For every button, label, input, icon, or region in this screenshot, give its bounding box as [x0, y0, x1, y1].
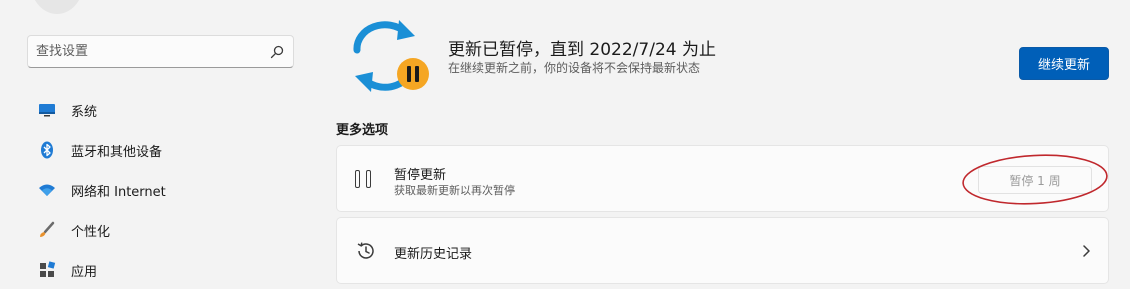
sidebar-item-apps[interactable]: 应用: [30, 252, 300, 288]
user-avatar[interactable]: [30, 0, 84, 14]
update-status-subtitle: 在继续更新之前，你的设备将不会保持最新状态: [448, 61, 701, 75]
sidebar-item-label: 系统: [71, 104, 98, 120]
pause-updates-title: 暂停更新: [394, 168, 447, 183]
history-icon: [357, 242, 374, 259]
update-history-card[interactable]: 更新历史记录: [336, 217, 1109, 284]
sidebar-item-label: 蓝牙和其他设备: [71, 144, 163, 160]
sidebar-item-bluetooth[interactable]: 蓝牙和其他设备: [30, 132, 300, 168]
chevron-right-icon: [1083, 245, 1090, 257]
pause-updates-subtitle: 获取最新更新以再次暂停: [394, 184, 515, 197]
brush-icon: [38, 221, 56, 239]
sidebar-item-label: 应用: [71, 264, 98, 280]
sidebar-item-personalization[interactable]: 个性化: [30, 212, 300, 248]
pause-duration-select[interactable]: 暂停 1 周: [978, 166, 1092, 194]
search-icon[interactable]: [269, 44, 285, 60]
pause-updates-card: 暂停更新 获取最新更新以再次暂停 暂停 1 周: [336, 145, 1109, 212]
sidebar-item-label: 网络和 Internet: [71, 184, 166, 200]
search-input[interactable]: [36, 44, 269, 59]
sidebar-item-label: 个性化: [71, 224, 111, 240]
update-history-label: 更新历史记录: [394, 247, 473, 262]
sync-paused-icon: [343, 18, 435, 96]
more-options-heading: 更多选项: [336, 123, 389, 138]
sidebar-item-system[interactable]: 系统: [30, 92, 300, 128]
wifi-icon: [38, 181, 56, 199]
bluetooth-icon: [38, 141, 56, 159]
apps-icon: [38, 261, 56, 279]
monitor-icon: [38, 101, 56, 119]
update-status-title: 更新已暂停，直到 2022/7/24 为止: [448, 40, 716, 60]
search-box[interactable]: [27, 35, 294, 68]
resume-updates-button[interactable]: 继续更新: [1019, 47, 1109, 80]
pause-icon: [355, 170, 375, 190]
sidebar-item-network[interactable]: 网络和 Internet: [30, 172, 300, 208]
